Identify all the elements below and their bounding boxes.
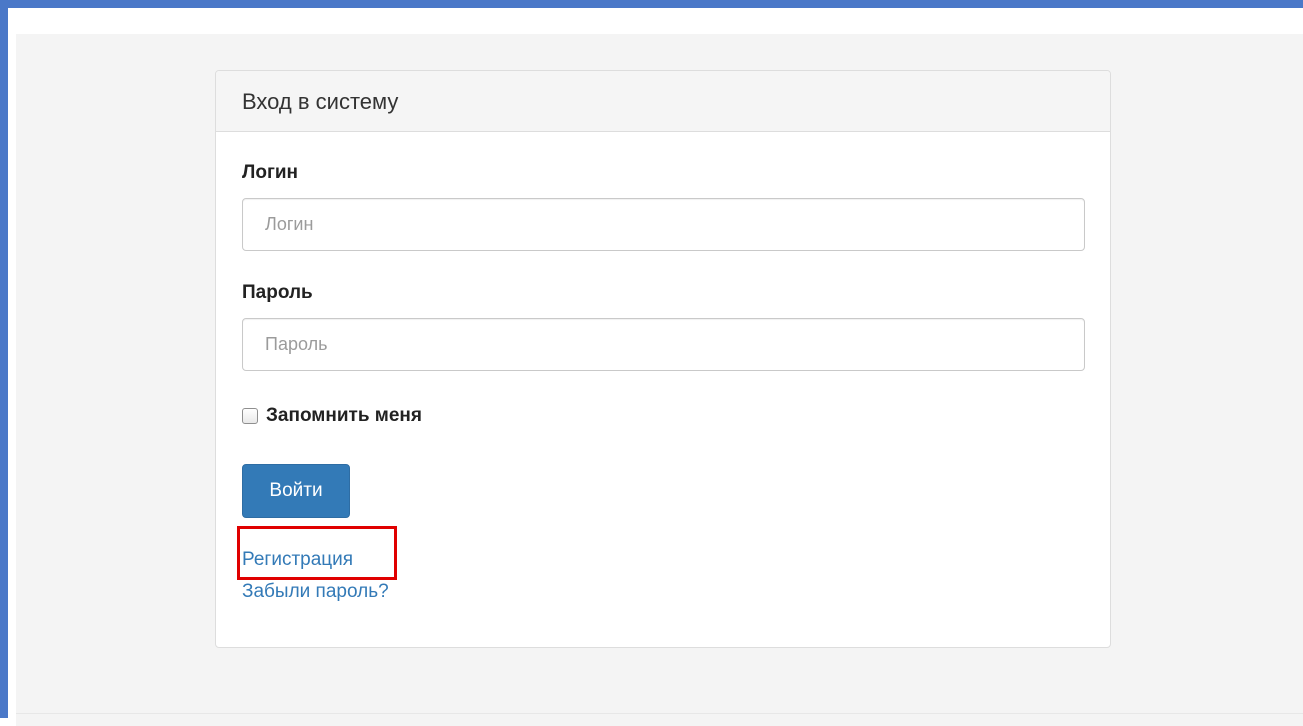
login-input[interactable] [242,198,1085,251]
window-frame: Вход в систему Логин Пароль Запомнить ме… [0,0,1303,726]
password-input[interactable] [242,318,1085,371]
login-panel: Вход в систему Логин Пароль Запомнить ме… [215,70,1111,648]
panel-title: Вход в систему [216,71,1110,132]
footer-divider [16,713,1303,714]
forgot-password-link[interactable]: Забыли пароль? [242,581,389,603]
page-background: Вход в систему Логин Пароль Запомнить ме… [16,16,1303,726]
remember-me-checkbox[interactable] [242,408,258,424]
remember-me-label[interactable]: Запомнить меня [266,405,422,427]
register-link[interactable]: Регистрация [242,549,353,571]
password-label: Пароль [242,282,313,303]
login-button[interactable]: Войти [242,464,350,518]
login-label: Логин [242,162,299,183]
remember-me-control[interactable]: Запомнить меня [242,405,422,427]
